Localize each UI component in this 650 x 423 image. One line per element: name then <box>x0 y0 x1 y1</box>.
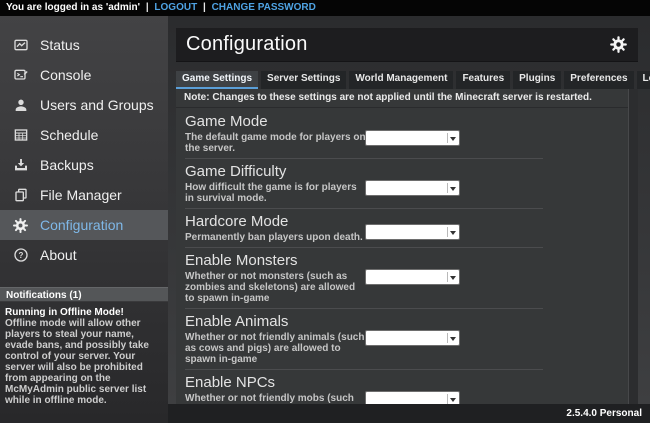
sidebar: Status Console Users and Groups Schedule <box>0 16 168 423</box>
scrollbar-track[interactable] <box>628 89 638 404</box>
setting-title: Enable NPCs <box>185 374 628 391</box>
change-password-link[interactable]: CHANGE PASSWORD <box>212 2 316 13</box>
page-title: Configuration <box>186 33 308 56</box>
select-divider <box>447 394 448 404</box>
hardcore-mode-select[interactable] <box>365 224 460 240</box>
tab-features[interactable]: Features <box>456 71 510 89</box>
sidebar-item-label: Backups <box>40 157 94 173</box>
enable-monsters-select[interactable] <box>365 269 460 285</box>
sidebar-item-label: Users and Groups <box>40 97 154 113</box>
users-icon <box>12 97 29 114</box>
tab-plugins[interactable]: Plugins <box>513 71 561 89</box>
setting-row-game-mode: Game Mode The default game mode for play… <box>176 108 628 158</box>
select-divider <box>447 133 448 143</box>
panel-header: Configuration <box>176 28 638 62</box>
sidebar-item-label: Schedule <box>40 127 98 143</box>
settings-gear-icon[interactable] <box>609 35 628 54</box>
configuration-icon <box>12 217 29 234</box>
file-manager-icon <box>12 187 29 204</box>
setting-row-enable-animals: Enable Animals Whether or not friendly a… <box>176 308 628 369</box>
setting-description: The default game mode for players on the… <box>185 132 367 154</box>
select-divider <box>447 227 448 237</box>
mcmyadmin-app: You are logged in as 'admin' | LOGOUT | … <box>0 0 650 423</box>
version-label: 2.5.4.0 Personal <box>566 408 642 419</box>
status-icon <box>12 37 29 54</box>
tab-preferences[interactable]: Preferences <box>564 71 633 89</box>
notifications-header: Notifications (1) <box>0 287 168 302</box>
topbar-separator: | <box>203 2 206 13</box>
enable-animals-select[interactable] <box>365 330 460 346</box>
schedule-icon <box>12 127 29 144</box>
sidebar-item-label: About <box>40 247 77 263</box>
select-divider <box>447 333 448 343</box>
sidebar-item-users-and-groups[interactable]: Users and Groups <box>0 90 168 120</box>
tab-game-settings[interactable]: Game Settings <box>176 71 258 89</box>
setting-description: Whether or not friendly mobs (such as vi… <box>185 393 367 404</box>
sidebar-item-configuration[interactable]: Configuration <box>0 210 168 240</box>
enable-npcs-select[interactable] <box>365 391 460 404</box>
sidebar-item-label: Status <box>40 37 80 53</box>
tab-bar: Game SettingsServer SettingsWorld Manage… <box>176 71 638 89</box>
sidebar-item-label: File Manager <box>40 187 122 203</box>
setting-row-hardcore-mode: Hardcore Mode Permanently ban players up… <box>176 208 628 247</box>
chevron-down-icon <box>450 337 456 341</box>
setting-row-game-difficulty: Game Difficulty How difficult the game i… <box>176 158 628 208</box>
chevron-down-icon <box>450 137 456 141</box>
select-divider <box>447 272 448 282</box>
sidebar-item-label: Configuration <box>40 217 123 233</box>
restart-note: Note: Changes to these settings are not … <box>176 89 628 108</box>
sidebar-item-file-manager[interactable]: File Manager <box>0 180 168 210</box>
notifications-header-label: Notifications (1) <box>6 290 82 301</box>
setting-description: Whether or not monsters (such as zombies… <box>185 271 367 304</box>
chevron-down-icon <box>450 276 456 280</box>
setting-title: Enable Animals <box>185 313 628 330</box>
sidebar-item-status[interactable]: Status <box>0 30 168 60</box>
setting-row-enable-monsters: Enable Monsters Whether or not monsters … <box>176 247 628 308</box>
logout-link[interactable]: LOGOUT <box>154 2 197 13</box>
setting-description: Whether or not friendly animals (such as… <box>185 332 367 365</box>
select-divider <box>447 183 448 193</box>
chevron-down-icon <box>450 398 456 402</box>
setting-row-enable-npcs: Enable NPCs Whether or not friendly mobs… <box>176 369 628 404</box>
about-icon: ? <box>12 247 29 264</box>
sidebar-nav: Status Console Users and Groups Schedule <box>0 16 168 270</box>
topbar: You are logged in as 'admin' | LOGOUT | … <box>0 0 650 16</box>
setting-title: Game Mode <box>185 113 628 130</box>
notification-text: Offline mode will allow other players to… <box>5 318 163 406</box>
content-panel: Note: Changes to these settings are not … <box>176 89 628 404</box>
svg-text:?: ? <box>18 251 23 260</box>
backups-icon <box>12 157 29 174</box>
setting-title: Enable Monsters <box>185 252 628 269</box>
sidebar-item-about[interactable]: ? About <box>0 240 168 270</box>
sidebar-item-schedule[interactable]: Schedule <box>0 120 168 150</box>
sidebar-item-backups[interactable]: Backups <box>0 150 168 180</box>
setting-description: Permanently ban players upon death. <box>185 232 367 243</box>
topbar-separator: | <box>146 2 149 13</box>
chevron-down-icon <box>450 187 456 191</box>
settings-list: Game Mode The default game mode for play… <box>176 108 628 404</box>
logged-in-text: You are logged in as 'admin' <box>6 2 140 13</box>
setting-title: Game Difficulty <box>185 163 628 180</box>
sidebar-item-console[interactable]: Console <box>0 60 168 90</box>
sidebar-item-label: Console <box>40 67 91 83</box>
notification-title: Running in Offline Mode! <box>5 307 166 318</box>
setting-description: How difficult the game is for players in… <box>185 182 367 204</box>
game-difficulty-select[interactable] <box>365 180 460 196</box>
console-icon <box>12 67 29 84</box>
tab-server-settings[interactable]: Server Settings <box>261 71 346 89</box>
chevron-down-icon <box>450 231 456 235</box>
tab-login-users[interactable]: Login Users <box>637 71 650 89</box>
tab-world-management[interactable]: World Management <box>349 71 453 89</box>
notifications-panel: Running in Offline Mode! Offline mode wi… <box>0 307 166 406</box>
game-mode-select[interactable] <box>365 130 460 146</box>
